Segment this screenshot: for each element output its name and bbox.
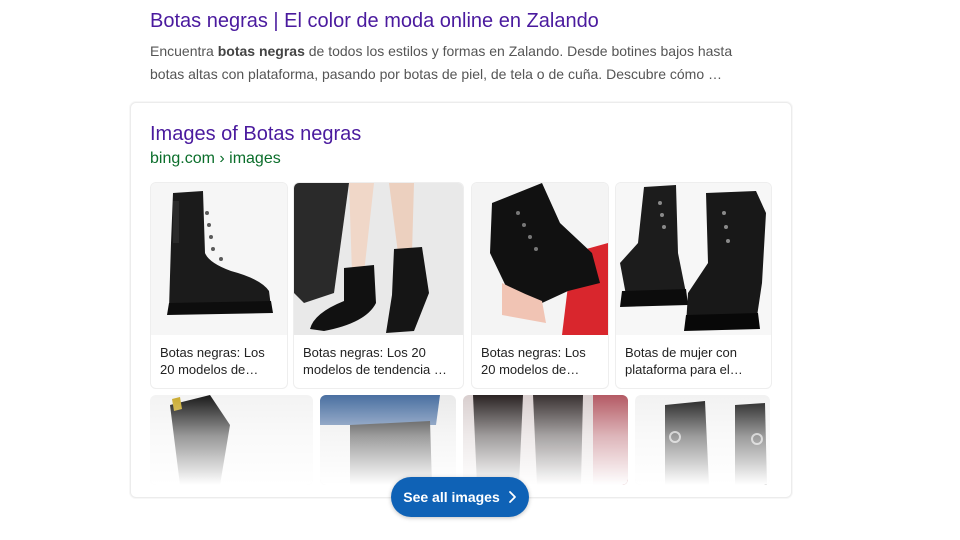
see-all-images-button[interactable]: See all images [391, 477, 529, 517]
caption-line: Botas negras: Los 20 [303, 345, 426, 360]
thumbnail-caption: Botas negras: Los 20 modelos de… [481, 344, 602, 378]
caption-line: 20 modelos de… [481, 362, 580, 377]
boot-image[interactable] [150, 395, 313, 485]
caption-line: modelos de tendencia … [303, 362, 447, 377]
result-title-link[interactable]: Botas negras | El color de moda online e… [150, 8, 790, 34]
caption-line: Botas negras: Los [160, 345, 265, 360]
chevron-right-icon [508, 491, 516, 503]
caption-line: Botas de mujer con [625, 345, 738, 360]
image-thumbnail[interactable]: Botas de mujer con plataforma para el… [615, 182, 772, 389]
caption-line: 20 modelos de… [160, 362, 259, 377]
boot-store-image[interactable] [463, 395, 628, 485]
thumbnail-caption: Botas negras: Los 20 modelos de tendenci… [303, 344, 457, 378]
thumbnail-caption: Botas negras: Los 20 modelos de… [160, 344, 281, 378]
combat-boot-image [151, 183, 287, 335]
image-thumbnail[interactable]: Botas negras: Los 20 modelos de tendenci… [293, 182, 464, 389]
lace-up-boot-held-image [472, 183, 608, 335]
heeled-ankle-boot-image [294, 183, 463, 335]
result-snippet: Encuentra botas negras de todos los esti… [150, 40, 790, 86]
snippet-line-1: Encuentra botas negras de todos los esti… [150, 40, 790, 63]
image-thumbnail[interactable]: Botas negras: Los 20 modelos de… [150, 182, 288, 389]
snippet-text: Encuentra [150, 43, 218, 59]
search-result: Botas negras | El color de moda online e… [150, 8, 790, 86]
images-card-title[interactable]: Images of Botas negras [150, 121, 361, 147]
snippet-line-2: botas altas con plataforma, pasando por … [150, 66, 723, 82]
thumbnail-caption: Botas de mujer con plataforma para el… [625, 344, 765, 378]
images-card-source: bing.com › images [150, 150, 281, 167]
caption-line: Botas negras: Los [481, 345, 586, 360]
see-all-images-label: See all images [403, 489, 500, 505]
caption-line: plataforma para el… [625, 362, 743, 377]
platform-boots-pair-image [616, 183, 771, 335]
snippet-highlight: botas negras [217, 43, 305, 59]
zip-boot-image[interactable] [635, 395, 770, 485]
image-thumbnail[interactable]: Botas negras: Los 20 modelos de… [471, 182, 609, 389]
images-card: Images of Botas negras bing.com › images… [130, 102, 792, 498]
snippet-text: de todos los estilos y formas en Zalando… [304, 43, 733, 59]
knee-boot-image[interactable] [320, 395, 456, 485]
